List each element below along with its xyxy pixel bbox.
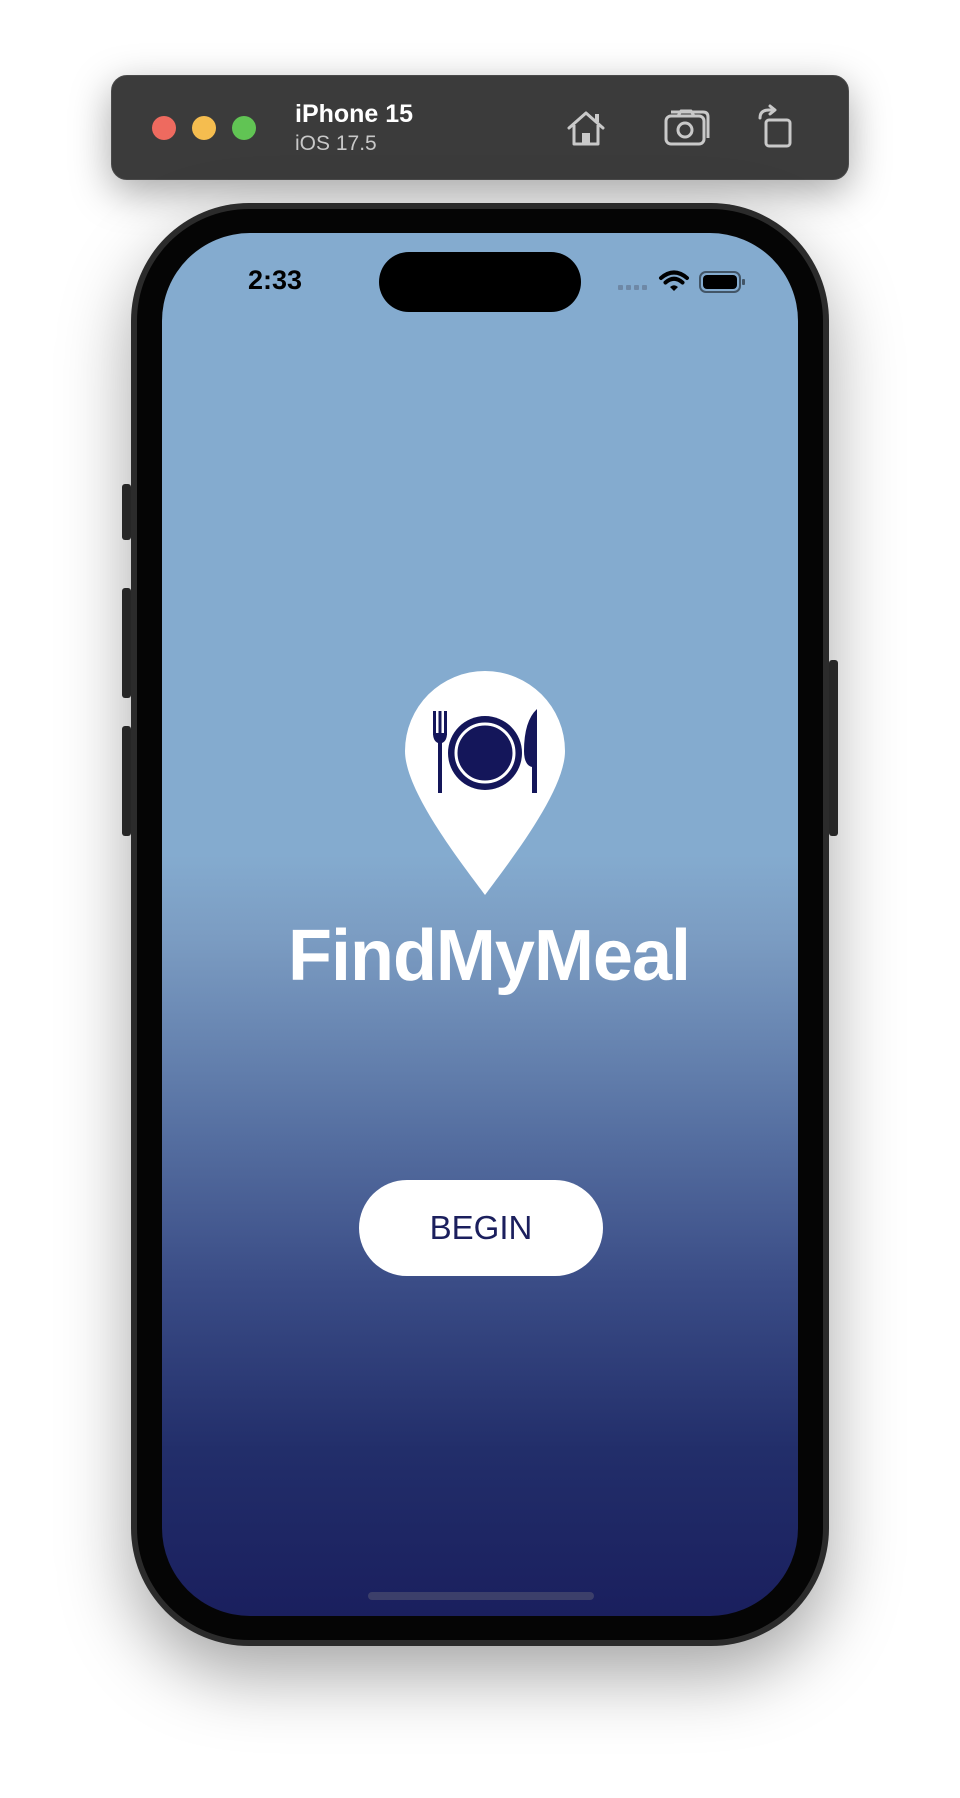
zoom-window-button[interactable] [232, 116, 256, 140]
close-window-button[interactable] [152, 116, 176, 140]
status-icons [618, 269, 748, 295]
home-indicator[interactable] [368, 1592, 594, 1600]
cellular-signal-icon [618, 285, 647, 290]
os-version: iOS 17.5 [295, 132, 377, 155]
minimize-window-button[interactable] [192, 116, 216, 140]
device-name: iPhone 15 [295, 100, 414, 128]
screenshot-icon [664, 109, 710, 146]
action-button [122, 484, 131, 540]
map-pin-plate-fork-knife-icon [405, 671, 565, 895]
begin-button[interactable]: BEGIN [359, 1180, 603, 1276]
simulator-toolbar: iPhone 15 iOS 17.5 [111, 75, 849, 180]
screenshot-button[interactable] [663, 104, 711, 152]
status-time: 2:33 [248, 265, 303, 295]
wifi-icon [659, 270, 689, 291]
home-button[interactable] [562, 104, 610, 152]
rotate-button[interactable] [752, 104, 800, 152]
app-screen: 2:33 FindMyMeal BEGIN [162, 233, 798, 1616]
simulator-stage: iPhone 15 iOS 17.5 2:33 FindMyMeal BEGIN [0, 0, 960, 1798]
power-button [829, 660, 838, 836]
volume-up-button [122, 588, 131, 698]
dynamic-island [379, 252, 581, 312]
app-logo [405, 671, 565, 895]
rotate-icon [758, 104, 792, 148]
home-icon [567, 111, 605, 146]
volume-down-button [122, 726, 131, 836]
battery-icon [699, 271, 745, 293]
app-title: FindMyMeal [287, 916, 691, 996]
